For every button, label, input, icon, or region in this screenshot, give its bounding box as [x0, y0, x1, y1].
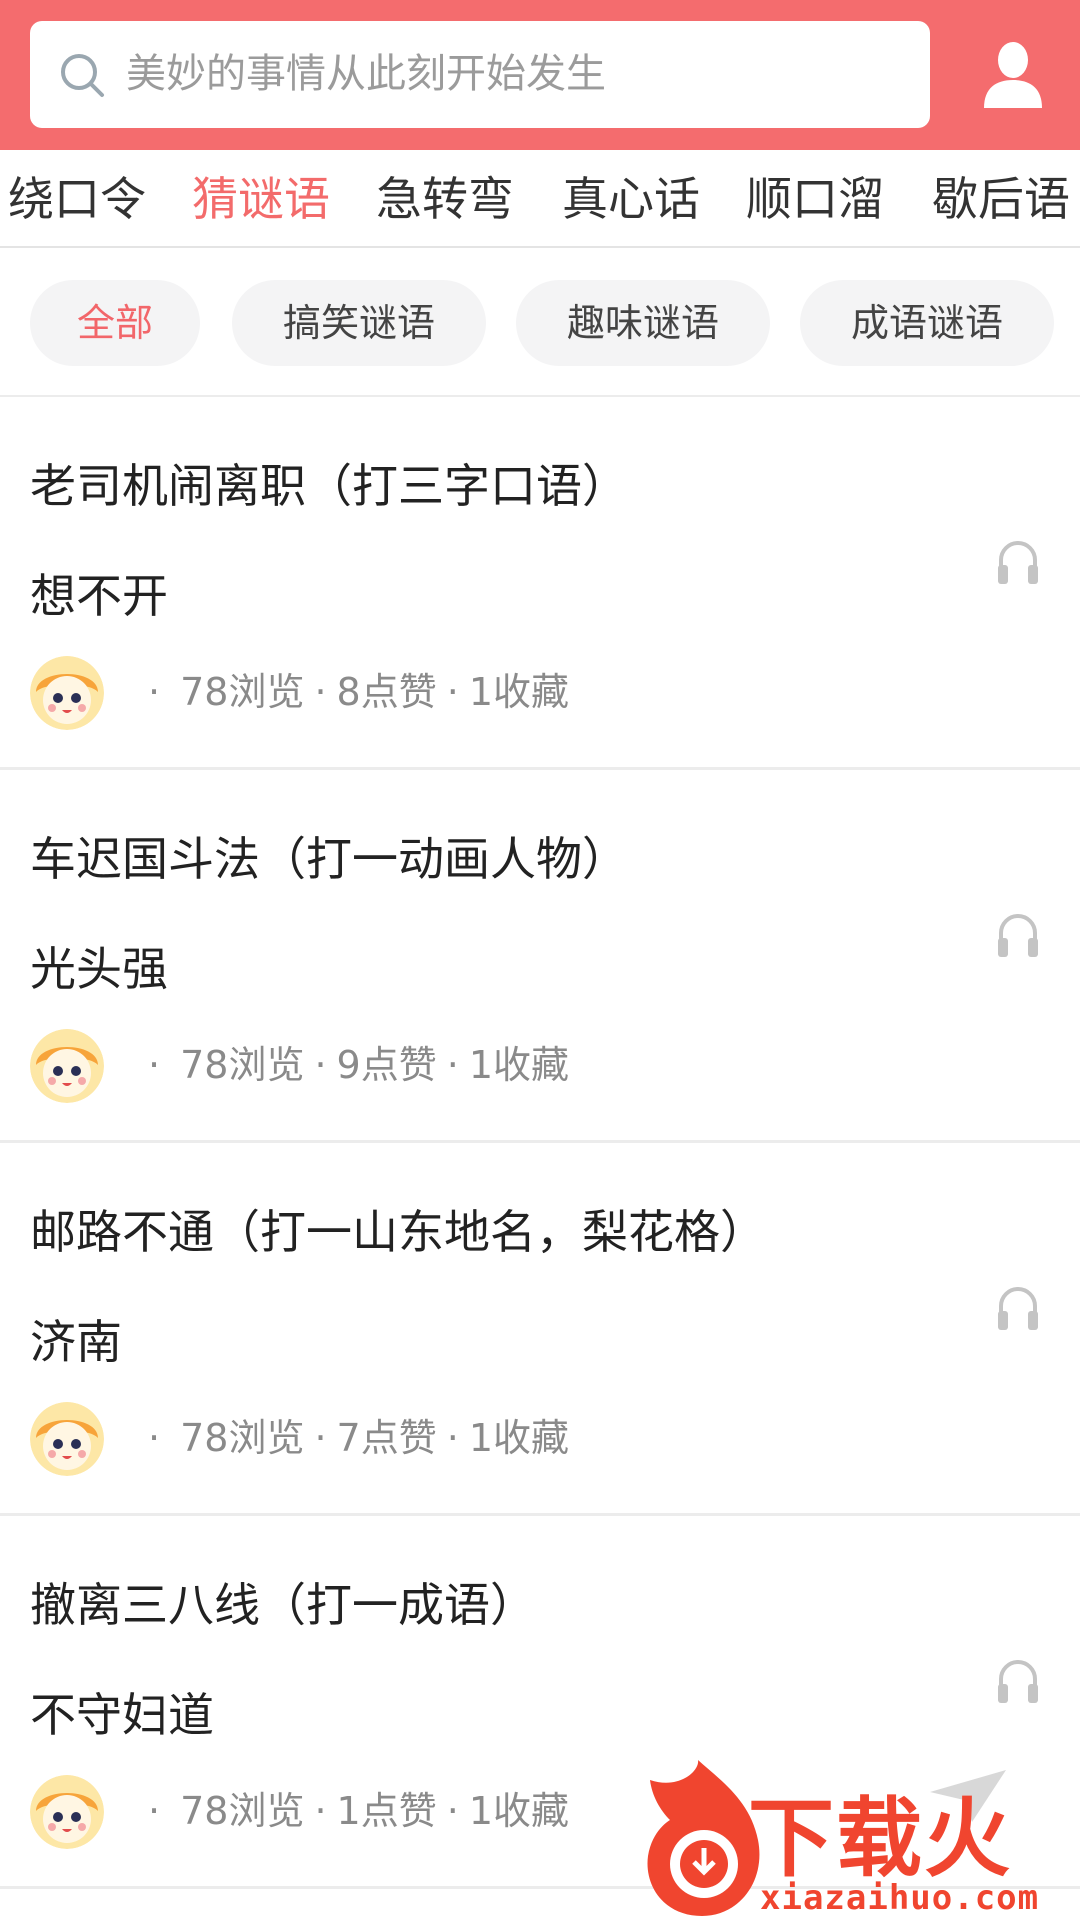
riddle-card[interactable]: 邮路不通（打一山东地名，梨花格） 济南 · 78浏览 · 7点赞 · 1收藏 — [0, 1144, 1080, 1516]
likes-count: 7点赞 — [336, 1416, 437, 1460]
tab-riddles[interactable]: 猜谜语 — [192, 150, 330, 246]
riddle-title: 车迟国斗法（打一动画人物） — [30, 832, 628, 886]
views-count: 78浏览 — [180, 1416, 305, 1460]
category-tabs: 绕口令 猜谜语 急转弯 真心话 顺口溜 歇后语 — [0, 150, 1080, 248]
stats-separator: · — [446, 670, 459, 714]
watermark: 下载火 xiazaihuo.com — [640, 1760, 1080, 1920]
stats-separator: · — [148, 1789, 161, 1833]
views-count: 78浏览 — [180, 670, 305, 714]
user-icon[interactable] — [980, 38, 1046, 110]
stats-separator: · — [446, 1043, 459, 1087]
riddle-stats: · 78浏览 · 1点赞 · 1收藏 — [148, 1783, 569, 1839]
views-count: 78浏览 — [180, 1789, 305, 1833]
headphone-icon[interactable] — [996, 911, 1040, 959]
riddle-answer: 不守妇道 — [30, 1688, 214, 1742]
riddle-answer: 想不开 — [30, 569, 168, 623]
favorites-count: 1收藏 — [468, 1416, 570, 1460]
headphone-icon[interactable] — [996, 538, 1040, 586]
favorites-count: 1收藏 — [468, 670, 570, 714]
favorites-count: 1收藏 — [468, 1789, 570, 1833]
tab-truth[interactable]: 真心话 — [562, 150, 700, 246]
favorites-count: 1收藏 — [468, 1043, 570, 1087]
riddle-title: 老司机闹离职（打三字口语） — [30, 459, 628, 513]
tab-doggerel[interactable]: 顺口溜 — [746, 150, 884, 246]
riddle-title: 撤离三八线（打一成语） — [30, 1578, 536, 1632]
riddle-answer: 光头强 — [30, 942, 168, 996]
riddle-card[interactable]: 车迟国斗法（打一动画人物） 光头强 · 78浏览 · 9点赞 · 1收藏 — [0, 771, 1080, 1143]
stats-separator: · — [148, 1043, 161, 1087]
watermark-cn: 下载火 — [748, 1789, 1012, 1889]
filter-chip-idiom[interactable]: 成语谜语 — [800, 280, 1054, 366]
tab-brain-teaser[interactable]: 急转弯 — [376, 150, 514, 246]
filter-chip-all[interactable]: 全部 — [30, 280, 200, 366]
search-placeholder: 美妙的事情从此刻开始发生 — [126, 51, 606, 97]
avatar — [30, 1029, 104, 1103]
stats-separator: · — [148, 1416, 161, 1460]
riddle-card[interactable]: 老司机闹离职（打三字口语） 想不开 · 78浏览 · 8点赞 · 1收藏 — [0, 398, 1080, 770]
stats-separator: · — [446, 1416, 459, 1460]
tab-xiehouyu[interactable]: 歇后语 — [932, 150, 1070, 246]
headphone-icon[interactable] — [996, 1284, 1040, 1332]
avatar — [30, 1775, 104, 1849]
filter-chip-funny[interactable]: 搞笑谜语 — [232, 280, 486, 366]
likes-count: 9点赞 — [336, 1043, 437, 1087]
avatar — [30, 1402, 104, 1476]
avatar — [30, 656, 104, 730]
filter-chip-interesting[interactable]: 趣味谜语 — [516, 280, 770, 366]
tab-tongue-twister[interactable]: 绕口令 — [8, 150, 146, 246]
header-bar: 美妙的事情从此刻开始发生 — [0, 0, 1080, 150]
headphone-icon[interactable] — [996, 1657, 1040, 1705]
watermark-en: xiazaihuo.com — [760, 1878, 1040, 1918]
search-icon — [61, 54, 104, 97]
search-input[interactable]: 美妙的事情从此刻开始发生 — [30, 21, 930, 128]
likes-count: 8点赞 — [336, 670, 437, 714]
stats-separator: · — [314, 1043, 327, 1087]
stats-separator: · — [314, 670, 327, 714]
riddle-stats: · 78浏览 · 9点赞 · 1收藏 — [148, 1037, 569, 1093]
divider — [0, 395, 1080, 397]
views-count: 78浏览 — [180, 1043, 305, 1087]
riddle-answer: 济南 — [30, 1315, 122, 1369]
stats-separator: · — [314, 1416, 327, 1460]
riddle-title: 邮路不通（打一山东地名，梨花格） — [30, 1205, 766, 1259]
stats-separator: · — [148, 670, 161, 714]
riddle-stats: · 78浏览 · 8点赞 · 1收藏 — [148, 664, 569, 720]
likes-count: 1点赞 — [336, 1789, 437, 1833]
stats-separator: · — [446, 1789, 459, 1833]
riddle-stats: · 78浏览 · 7点赞 · 1收藏 — [148, 1410, 569, 1466]
stats-separator: · — [314, 1789, 327, 1833]
